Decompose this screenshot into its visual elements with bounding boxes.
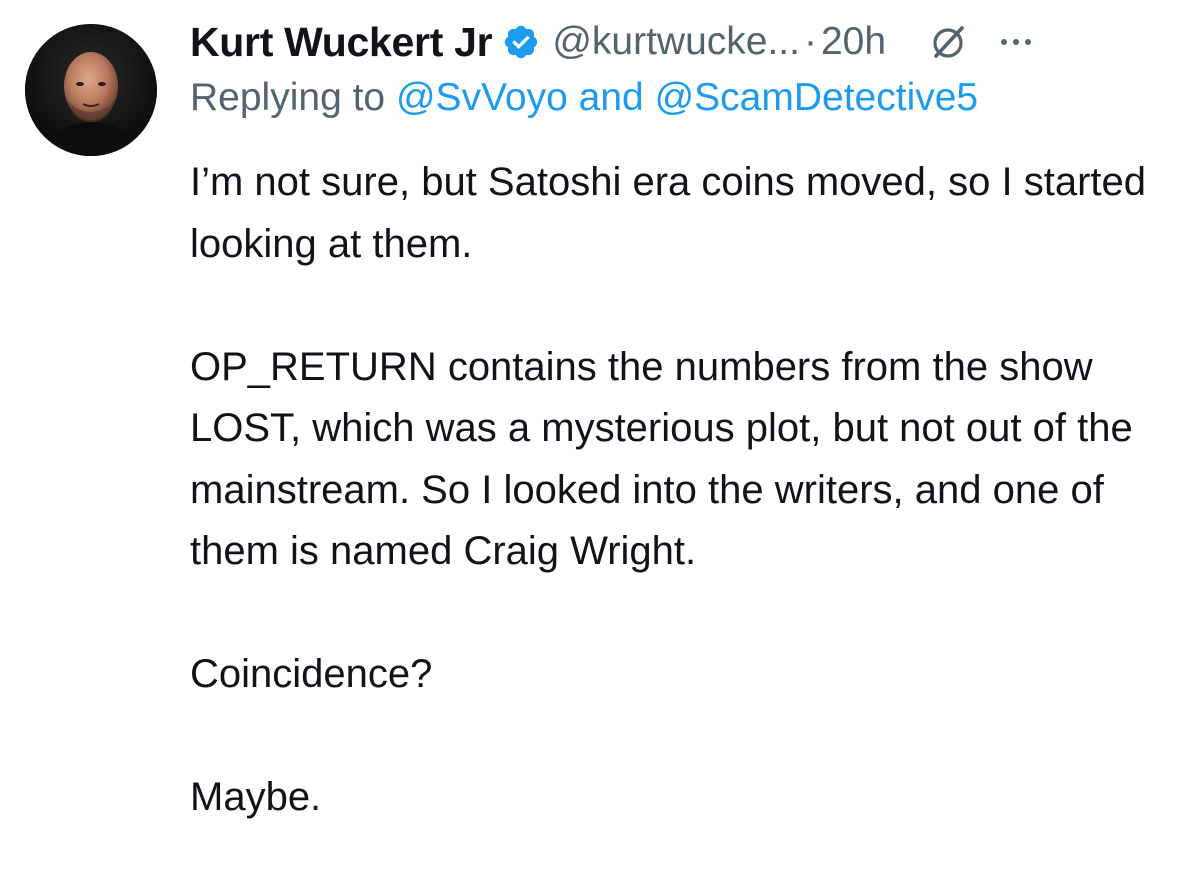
tweet-paragraph: Coincidence? bbox=[190, 652, 433, 696]
mention-link-svvoyo[interactable]: @SvVoyo bbox=[396, 76, 568, 119]
verified-badge-icon bbox=[502, 23, 540, 61]
avatar[interactable] bbox=[25, 24, 157, 156]
grok-icon[interactable] bbox=[928, 22, 968, 62]
author-name[interactable]: Kurt Wuckert Jr bbox=[190, 19, 493, 66]
separator-dot: · bbox=[803, 20, 817, 63]
tweet-header: Kurt Wuckert Jr @kurtwucke... · 20h bbox=[190, 12, 1180, 72]
replying-conjunction: and bbox=[578, 76, 644, 119]
tweet-paragraph: I’m not sure, but Satoshi era coins move… bbox=[190, 160, 1147, 266]
author-handle[interactable]: @kurtwucke... bbox=[552, 20, 800, 64]
more-options-icon[interactable] bbox=[996, 22, 1036, 62]
mention-link-scamdetective5[interactable]: @ScamDetective5 bbox=[655, 76, 979, 119]
replying-to: Replying to @SvVoyo and @ScamDetective5 bbox=[190, 76, 978, 120]
tweet-text: I’m not sure, but Satoshi era coins move… bbox=[190, 152, 1180, 829]
replying-prefix: Replying to bbox=[190, 76, 386, 119]
tweet-paragraph: Maybe. bbox=[190, 775, 322, 819]
tweet-paragraph: OP_RETURN contains the numbers from the … bbox=[190, 344, 1133, 574]
timestamp[interactable]: 20h bbox=[821, 20, 886, 64]
